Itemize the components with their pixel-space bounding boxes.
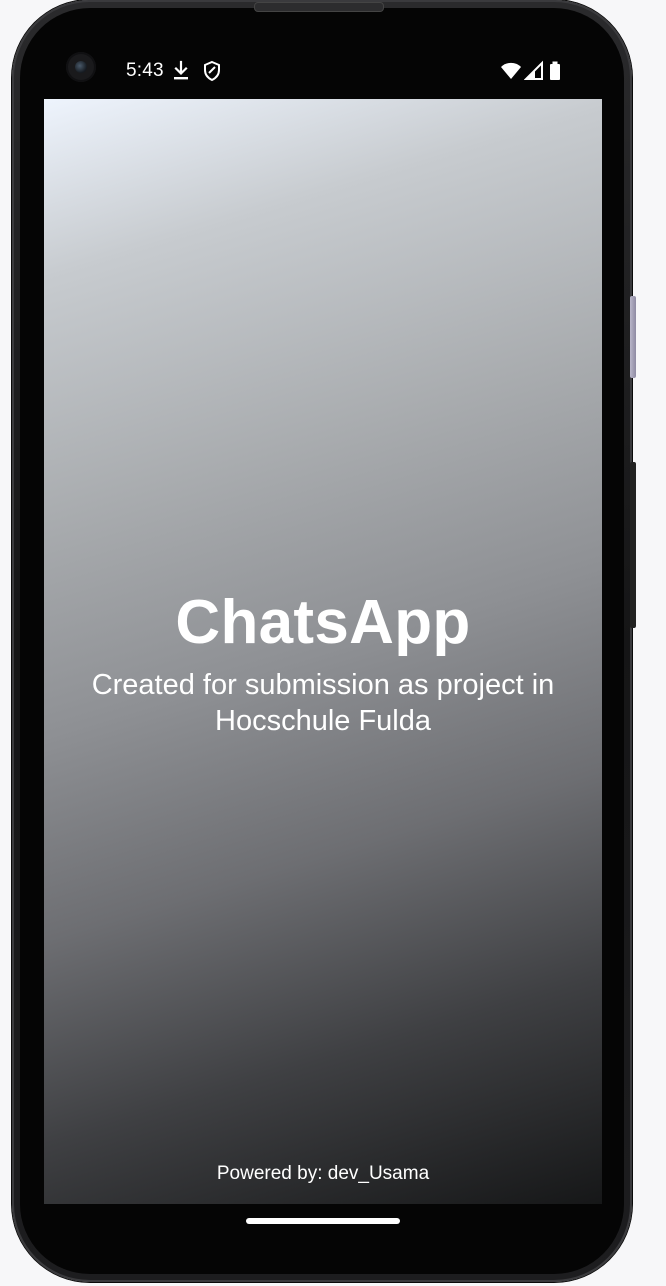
gesture-nav-handle[interactable]	[246, 1218, 400, 1224]
status-bar: 5:43	[44, 50, 602, 94]
powered-by-footer: Powered by: dev_Usama	[216, 1163, 430, 1184]
shield-icon	[204, 60, 220, 82]
app-title: ChatsApp	[175, 588, 471, 657]
signal-icon	[524, 60, 543, 80]
status-time: 5:43	[126, 60, 164, 81]
device-stage: 5:43 ChatsApp Created for submission as …	[0, 0, 666, 1286]
wifi-icon	[501, 62, 521, 79]
app-subtitle: Created for submission as project in Hoc…	[91, 669, 555, 737]
volume-button[interactable]	[630, 296, 636, 378]
splash-screen: ChatsApp Created for submission as proje…	[44, 99, 602, 1204]
earpiece-speaker	[254, 2, 384, 12]
power-button[interactable]	[630, 462, 636, 628]
battery-icon	[550, 61, 560, 80]
download-icon	[174, 60, 188, 80]
